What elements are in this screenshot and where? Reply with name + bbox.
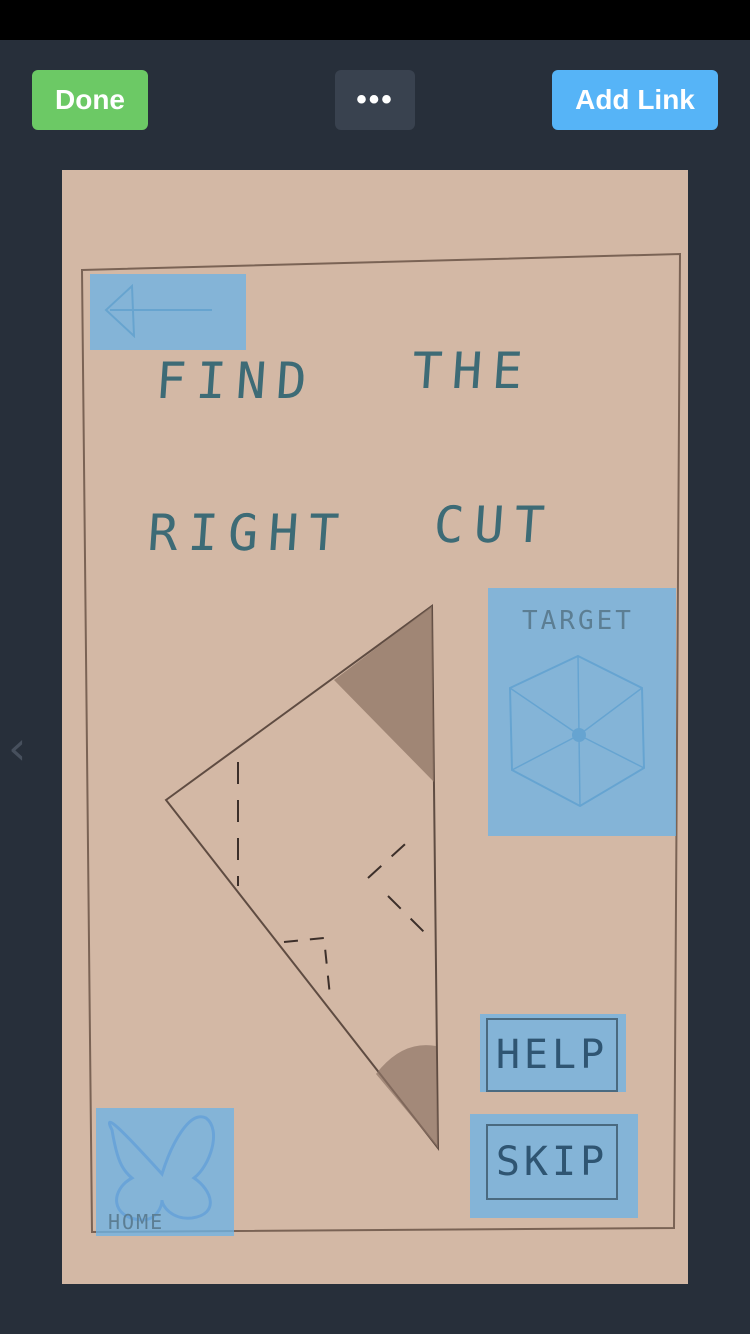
- target-label: TARGET: [522, 606, 634, 636]
- title-the: THE: [409, 342, 535, 400]
- status-bar: [0, 0, 750, 40]
- title-cut: CUT: [431, 496, 557, 554]
- home-label: HOME: [108, 1210, 165, 1234]
- back-hotspot[interactable]: [90, 274, 246, 350]
- shaded-corner-bottom: [376, 1045, 438, 1148]
- dashed-cut-line: [283, 936, 331, 997]
- dashed-cut-line: [387, 895, 431, 939]
- shaded-corner-top: [334, 606, 434, 782]
- sketch-paper: FIND THE RIGHT CUT TARGET HELP SKIP HOME: [62, 170, 688, 1284]
- previous-screen-chevron-icon[interactable]: ‹: [8, 725, 26, 771]
- dashed-cut-line: [367, 835, 415, 879]
- title-find: FIND: [153, 352, 319, 410]
- skip-button-sketch: SKIP: [486, 1124, 618, 1200]
- done-button[interactable]: Done: [32, 70, 148, 130]
- more-options-button[interactable]: •••: [335, 70, 415, 130]
- add-link-button[interactable]: Add Link: [552, 70, 718, 130]
- title-right: RIGHT: [145, 504, 351, 562]
- help-button-sketch: HELP: [486, 1018, 618, 1092]
